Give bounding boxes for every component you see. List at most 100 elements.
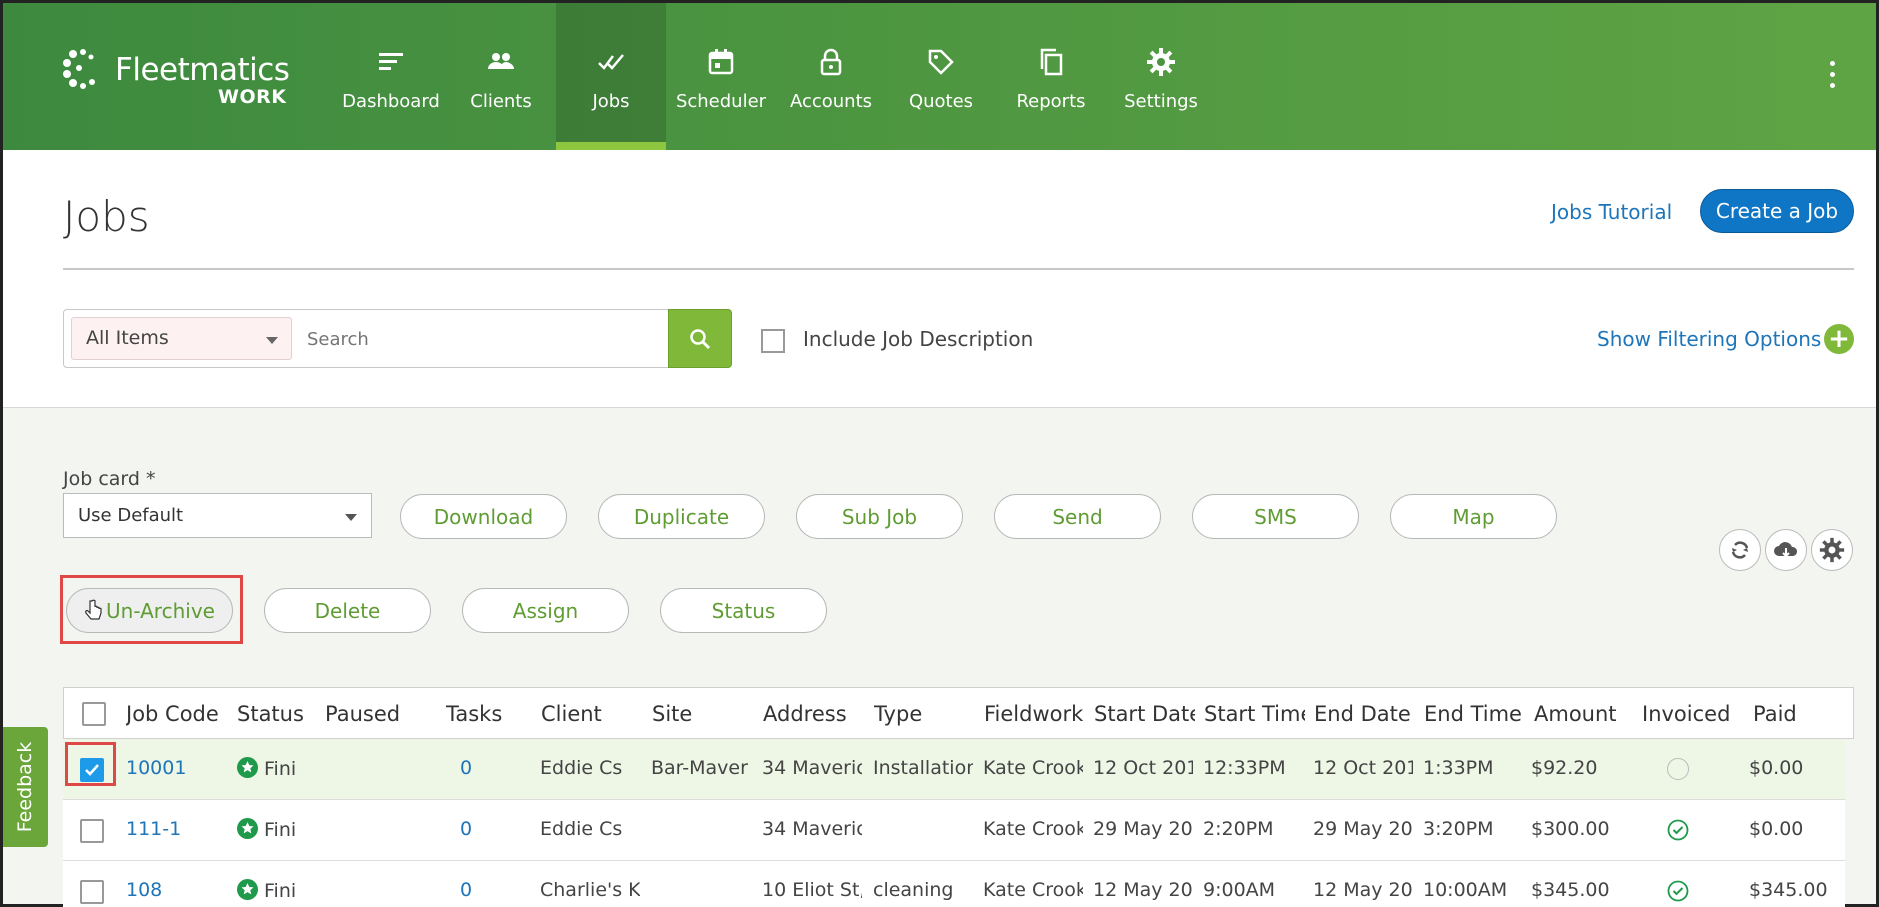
end-date-cell: 29 May 20: [1313, 818, 1413, 840]
nav-clients[interactable]: Clients: [446, 3, 556, 150]
col-header[interactable]: End Time: [1424, 702, 1525, 726]
start-time-cell: 9:00AM: [1203, 879, 1276, 901]
row-checkbox[interactable]: [80, 819, 104, 843]
nav-label: Scheduler: [675, 91, 767, 112]
col-header[interactable]: Invoiced: [1642, 702, 1742, 726]
table-row[interactable]: 10001 Fini 0 Eddie Cs Bar-Maver 34 Maver…: [63, 739, 1845, 800]
nav-label: Settings: [1124, 91, 1198, 112]
header-divider: [63, 268, 1854, 270]
col-header[interactable]: End Date: [1314, 702, 1415, 726]
col-header[interactable]: Paused: [325, 702, 415, 726]
status-text: Fini: [264, 819, 297, 841]
refresh-icon: [1731, 541, 1749, 559]
col-header[interactable]: Tasks: [446, 702, 526, 726]
jobcard-select[interactable]: Use Default: [63, 493, 372, 538]
amount-cell: $345.00: [1531, 879, 1610, 901]
paid-cell: $0.00: [1749, 757, 1804, 779]
tasks-link[interactable]: 0: [460, 818, 472, 840]
feedback-tab[interactable]: Feedback: [3, 727, 48, 847]
amount-cell: $300.00: [1531, 818, 1610, 840]
logo-text: Fleetmatics: [115, 52, 290, 88]
paid-cell: $0.00: [1749, 818, 1804, 840]
col-header[interactable]: Start Time: [1204, 702, 1305, 726]
nav-scheduler[interactable]: Scheduler: [666, 3, 776, 150]
tag-icon: [928, 49, 954, 75]
col-header[interactable]: Paid: [1753, 702, 1833, 726]
search-button[interactable]: [668, 309, 732, 368]
tasks-link[interactable]: 0: [460, 879, 472, 901]
row-checkbox[interactable]: [80, 880, 104, 904]
assign-button[interactable]: Assign: [462, 588, 629, 633]
search-input[interactable]: [297, 318, 647, 360]
copy-icon: [1040, 48, 1063, 76]
page-header: Jobs Jobs Tutorial Create a Job All Item…: [3, 150, 1876, 408]
amount-cell: $92.20: [1531, 757, 1598, 779]
table-row[interactable]: 108 Fini 0 Charlie's K 10 Eliot St, clea…: [63, 861, 1845, 907]
col-header[interactable]: Amount: [1534, 702, 1635, 726]
sub-job-button[interactable]: Sub Job: [796, 494, 963, 539]
star-badge-icon: [237, 879, 258, 900]
cloud-download-button[interactable]: [1765, 529, 1807, 571]
map-button[interactable]: Map: [1390, 494, 1557, 539]
delete-button[interactable]: Delete: [264, 588, 431, 633]
nav-label: Dashboard: [342, 91, 440, 112]
nav-jobs[interactable]: Jobs: [556, 3, 666, 150]
job-code-link[interactable]: 111-1: [126, 818, 181, 840]
fieldwork-cell: Kate Crook: [983, 818, 1083, 840]
nav-accounts[interactable]: Accounts: [776, 3, 886, 150]
show-filtering-link[interactable]: Show Filtering Options: [1597, 327, 1821, 351]
col-header[interactable]: Status: [237, 702, 315, 726]
refresh-button[interactable]: [1719, 529, 1761, 571]
nav-dashboard[interactable]: Dashboard: [336, 3, 446, 150]
duplicate-button[interactable]: Duplicate: [598, 494, 765, 539]
highlight-box: [60, 575, 243, 644]
item-filter-dropdown[interactable]: All Items: [71, 317, 292, 360]
jobs-icon: [598, 54, 624, 70]
nav-label: Clients: [470, 91, 532, 112]
create-job-button[interactable]: Create a Job: [1700, 189, 1854, 233]
job-code-link[interactable]: 10001: [126, 757, 186, 779]
status-text: Fini: [264, 758, 297, 780]
sms-button[interactable]: SMS: [1192, 494, 1359, 539]
col-header[interactable]: Address: [763, 702, 853, 726]
jobcard-value: Use Default: [78, 505, 184, 526]
job-code-link[interactable]: 108: [126, 879, 162, 901]
col-header[interactable]: Fieldwork: [984, 702, 1086, 726]
include-description-checkbox[interactable]: [761, 329, 785, 353]
client-cell: Eddie Cs: [540, 757, 623, 779]
select-all-checkbox[interactable]: [82, 702, 106, 726]
status-button[interactable]: Status: [660, 588, 827, 633]
site-cell: Bar-Maver: [651, 757, 748, 779]
plus-icon[interactable]: +: [1824, 324, 1854, 354]
more-menu-icon[interactable]: [1828, 61, 1836, 93]
search-bar: All Items: [63, 309, 732, 368]
table-row[interactable]: 111-1 Fini 0 Eddie Cs 34 Maveric Kate Cr…: [63, 800, 1845, 861]
status-cell: Fini: [237, 757, 312, 780]
col-header[interactable]: Start Date: [1094, 702, 1195, 726]
jobs-tutorial-link[interactable]: Jobs Tutorial: [1551, 200, 1672, 224]
nav-reports[interactable]: Reports: [996, 3, 1106, 150]
col-header[interactable]: Site: [652, 702, 732, 726]
type-cell: cleaning: [873, 879, 954, 901]
client-cell: Charlie's K: [540, 879, 640, 901]
invoiced-empty-icon: [1667, 758, 1689, 780]
table-settings-button[interactable]: [1811, 529, 1853, 571]
col-header[interactable]: Job Code: [126, 702, 222, 726]
col-header[interactable]: Type: [874, 702, 964, 726]
tasks-link[interactable]: 0: [460, 757, 472, 779]
highlight-box: [65, 742, 116, 786]
star-badge-icon: [237, 818, 258, 839]
start-date-cell: 12 Oct 201: [1093, 757, 1193, 779]
end-date-cell: 12 Oct 201: [1313, 757, 1413, 779]
download-button[interactable]: Download: [400, 494, 567, 539]
nav-settings[interactable]: Settings: [1106, 3, 1216, 150]
feedback-label: Feedback: [14, 741, 37, 833]
fieldwork-cell: Kate Crook: [983, 757, 1083, 779]
col-header[interactable]: Client: [541, 702, 631, 726]
page-title: Jobs: [63, 192, 150, 241]
include-description-label: Include Job Description: [803, 327, 1034, 351]
send-button[interactable]: Send: [994, 494, 1161, 539]
status-text: Fini: [264, 880, 297, 902]
paid-cell: $345.00: [1749, 879, 1828, 901]
nav-quotes[interactable]: Quotes: [886, 3, 996, 150]
